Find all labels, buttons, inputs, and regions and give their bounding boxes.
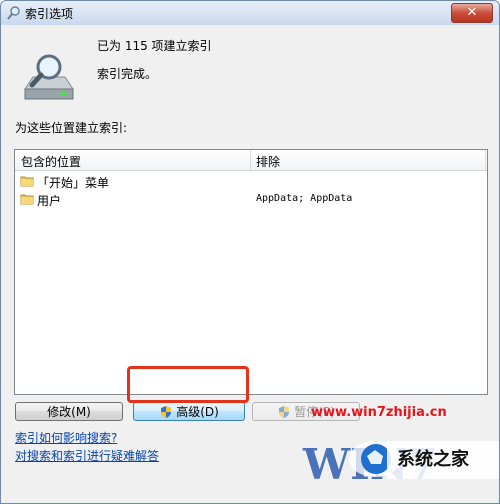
folder-icon bbox=[20, 176, 34, 187]
column-separator[interactable] bbox=[485, 150, 486, 170]
how-indexing-affects-search-link[interactable]: 索引如何影响搜索? bbox=[15, 429, 117, 446]
indexing-state-text: 索引完成。 bbox=[97, 67, 158, 81]
column-header-included[interactable]: 包含的位置 bbox=[21, 153, 81, 170]
indexing-options-window: 索引选项 ✕ 已为 115 项建立索引 索引完成。 为这些位置建立索引: 包含的… bbox=[0, 0, 500, 504]
column-separator[interactable] bbox=[250, 150, 251, 170]
locations-label: 为这些位置建立索引: bbox=[15, 121, 128, 135]
indexing-drive-icon bbox=[24, 54, 74, 100]
uac-shield-icon bbox=[161, 406, 172, 418]
location-name: 用户 bbox=[37, 194, 62, 208]
highlight-box bbox=[127, 366, 249, 403]
close-button[interactable]: ✕ bbox=[451, 3, 493, 23]
uac-shield-icon bbox=[279, 406, 290, 418]
window-title: 索引选项 bbox=[25, 7, 74, 21]
indexed-count-text: 已为 115 项建立索引 bbox=[97, 39, 212, 53]
search-magnifier-icon bbox=[7, 6, 20, 20]
list-header: 包含的位置 排除 bbox=[15, 150, 487, 171]
indexed-locations-list[interactable]: 包含的位置 排除 「开始」菜单 用户 AppData; AppData bbox=[14, 149, 488, 395]
folder-icon bbox=[20, 194, 34, 205]
column-header-excluded[interactable]: 排除 bbox=[256, 153, 280, 170]
list-item[interactable]: 「开始」菜单 bbox=[15, 173, 487, 190]
watermark-site-name: 系统之家 bbox=[397, 449, 469, 470]
advanced-button-label: 高级(D) bbox=[176, 405, 219, 419]
watermark-url: www.win7zhijia.cn bbox=[311, 405, 447, 420]
title-bar[interactable]: 索引选项 ✕ bbox=[1, 1, 499, 26]
advanced-button[interactable]: 高级(D) bbox=[133, 402, 245, 421]
location-name: 「开始」菜单 bbox=[37, 176, 110, 190]
list-item[interactable]: 用户 AppData; AppData bbox=[15, 191, 487, 208]
modify-button[interactable]: 修改(M) bbox=[15, 402, 123, 421]
location-exclusions: AppData; AppData bbox=[256, 193, 353, 204]
troubleshoot-link[interactable]: 对搜索和索引进行疑难解答 bbox=[15, 447, 159, 464]
